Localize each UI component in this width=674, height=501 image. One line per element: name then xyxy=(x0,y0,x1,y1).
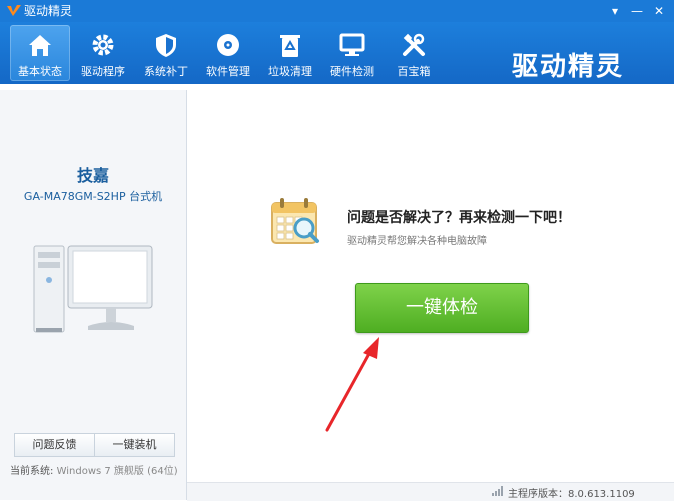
tab-toolbox[interactable]: 百宝箱 xyxy=(384,25,444,81)
one-click-checkup-button[interactable]: 一键体检 xyxy=(355,283,529,333)
desktop-computer-image xyxy=(33,245,153,333)
tab-label: 系统补丁 xyxy=(144,65,188,78)
menu-dropdown-button[interactable]: ▾ xyxy=(606,2,624,20)
tab-label: 驱动程序 xyxy=(81,65,125,78)
version-info: 主程序版本：8.0.613.1109 xyxy=(508,485,635,500)
version-value: 8.0.613.1109 xyxy=(568,489,635,500)
tab-drivers[interactable]: 驱动程序 xyxy=(73,25,133,81)
version-label: 主程序版本： xyxy=(508,489,568,500)
motherboard-model: GA-MA78GM-S2HP 台式机 xyxy=(23,190,163,203)
calendar-check-icon xyxy=(271,198,319,244)
signal-icon xyxy=(492,486,503,496)
tab-label: 垃圾清理 xyxy=(268,65,312,78)
tab-basic-status[interactable]: 基本状态 xyxy=(10,25,70,81)
tab-cleanup[interactable]: 垃圾清理 xyxy=(260,25,320,81)
tools-icon xyxy=(403,33,425,56)
close-button[interactable]: ✕ xyxy=(650,2,668,20)
tab-system-patch[interactable]: 系统补丁 xyxy=(136,25,196,81)
title-bar: 驱动精灵 ▾ — ✕ xyxy=(0,0,674,22)
system-value: Windows 7 旗舰版 (64位) xyxy=(56,466,178,477)
tab-label: 基本状态 xyxy=(18,65,62,78)
tab-hardware[interactable]: 硬件检测 xyxy=(322,25,382,81)
one-click-install-button[interactable]: 一键装机 xyxy=(94,433,175,457)
tab-label: 硬件检测 xyxy=(330,65,374,78)
red-arrow-annotation xyxy=(325,337,379,432)
brand-name: 驱动精灵 xyxy=(512,52,625,82)
shield-icon xyxy=(156,34,176,57)
minimize-button[interactable]: — xyxy=(628,2,646,20)
vendor-name: 技嘉 xyxy=(76,166,109,185)
recycle-icon xyxy=(280,35,300,57)
prompt-subline: 驱动精灵帮您解决各种电脑故障 xyxy=(347,236,487,247)
prompt-headline: 问题是否解决了？再来检测一下吧！ xyxy=(347,210,571,226)
home-icon xyxy=(29,35,51,56)
app-logo-icon xyxy=(7,5,21,16)
tab-software[interactable]: 软件管理 xyxy=(198,25,258,81)
disc-icon xyxy=(217,34,239,56)
tab-label: 软件管理 xyxy=(206,65,250,78)
computer-info-panel: 技嘉 GA-MA78GM-S2HP 台式机 问题反馈 一键装机 当前系统: Wi… xyxy=(0,90,187,500)
main-toolbar: 基本状态 驱动程序 系统补丁 软件管理 垃圾清理 硬件检测 百宝箱 驱动精灵 xyxy=(0,22,674,97)
window-title: 驱动精灵 xyxy=(24,4,73,18)
monitor-icon xyxy=(339,33,365,56)
quick-actions: 问题反馈 一键装机 xyxy=(14,433,175,457)
current-system: 当前系统: Windows 7 旗舰版 (64位) xyxy=(10,462,178,477)
tab-label: 百宝箱 xyxy=(397,65,431,78)
system-label: 当前系统: xyxy=(10,466,54,477)
gear-icon xyxy=(92,34,114,56)
feedback-button[interactable]: 问题反馈 xyxy=(14,433,95,457)
main-content: 问题是否解决了？再来检测一下吧！ 驱动精灵帮您解决各种电脑故障 一键体检 xyxy=(187,90,674,500)
